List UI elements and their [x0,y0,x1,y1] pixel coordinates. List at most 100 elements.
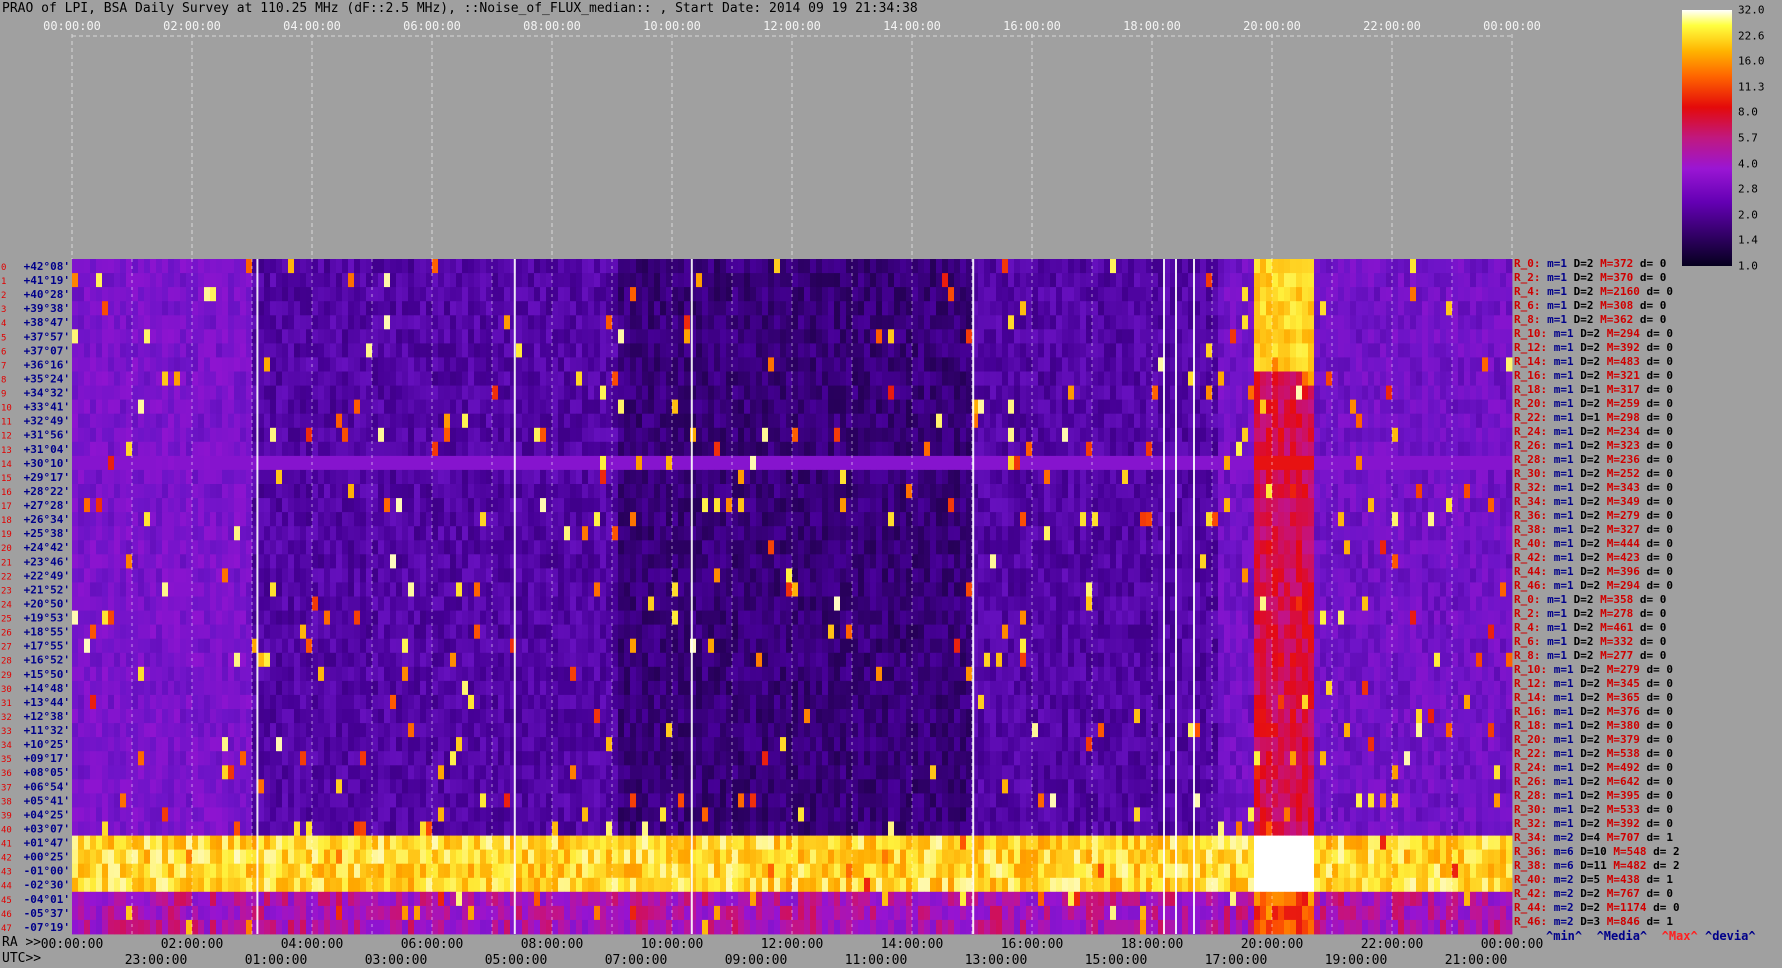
heatmap-cell [1092,484,1099,499]
heatmap-cell [1110,455,1117,471]
heatmap-cell [318,259,325,274]
heatmap-cell [804,484,811,499]
heatmap-cell [1314,329,1321,344]
heatmap-cell [828,357,835,372]
heatmap-cell [588,540,595,555]
heatmap-cell [222,371,229,386]
heatmap-cell [696,357,703,372]
heatmap-cell [1392,287,1399,302]
heatmap-cell [1014,413,1021,429]
heatmap-cell [264,469,271,485]
heatmap-cell [636,343,643,358]
heatmap-cell [990,498,997,513]
heatmap-cell [318,301,325,316]
heatmap-cell [924,413,931,429]
heatmap-cell [162,259,169,274]
heatmap-cell [1152,259,1159,274]
heatmap-cell [1248,343,1255,358]
heatmap-cell [432,315,439,330]
heatmap-cell [228,526,235,541]
heatmap-cell [810,357,817,372]
heatmap-cell [930,343,937,358]
heatmap-cell [1014,441,1021,457]
heatmap-cell [1206,427,1213,443]
heatmap-cell [804,399,811,415]
heatmap-cell [402,484,409,499]
heatmap-cell [660,357,667,372]
heatmap-cell [768,413,775,429]
heatmap-cell [1362,441,1369,457]
heatmap-cell [1074,441,1081,457]
heatmap-cell [1038,441,1045,457]
heatmap-cell [744,413,751,429]
heatmap-cell [312,343,319,358]
heatmap-cell [72,385,79,401]
heatmap-cell [738,385,745,401]
heatmap-cell [1446,273,1453,288]
heatmap-cell [996,455,1003,471]
heatmap-cell [1152,371,1159,386]
heatmap-cell [1278,512,1285,527]
heatmap-cell [288,259,295,274]
heatmap-cell [1056,371,1063,386]
heatmap-cell [936,427,943,443]
heatmap-cell [1008,484,1015,499]
heatmap-cell [408,540,415,555]
heatmap-cell [162,357,169,372]
heatmap-cell [948,512,955,527]
heatmap-cell [132,441,139,457]
heatmap-cell [702,413,709,429]
heatmap-cell [624,329,631,344]
heatmap-cell [354,427,361,443]
heatmap-cell [420,315,427,330]
heatmap-cell [1086,357,1093,372]
heatmap-cell [1260,413,1267,429]
heatmap-cell [930,301,937,316]
heatmap-cell [852,371,859,386]
heatmap-cell [660,498,667,513]
heatmap-cell [360,315,367,330]
heatmap-cell [792,301,799,316]
heatmap-cell [846,273,853,288]
heatmap-cell [84,469,91,485]
heatmap-cell [144,512,151,527]
heatmap-cell [492,455,499,471]
heatmap-cell [1380,329,1387,344]
heatmap-cell [1044,484,1051,499]
heatmap-cell [672,540,679,555]
heatmap-cell [708,343,715,358]
heatmap-cell [432,512,439,527]
heatmap-cell [1308,301,1315,316]
heatmap-cell [672,399,679,415]
heatmap-cell [1488,385,1495,401]
heatmap-cell [1380,469,1387,485]
heatmap-cell [474,441,481,457]
heatmap-cell [726,455,733,471]
heatmap-cell [930,484,937,499]
heatmap-cell [552,498,559,513]
heatmap-cell [822,498,829,513]
heatmap-cell [312,455,319,471]
heatmap-cell [912,512,919,527]
heatmap-cell [990,455,997,471]
heatmap-cell [654,301,661,316]
heatmap-cell [492,526,499,541]
heatmap-cell [996,498,1003,513]
heatmap-cell [822,469,829,485]
heatmap-cell [114,287,121,302]
heatmap-cell [984,371,991,386]
heatmap-cell [762,540,769,555]
heatmap-cell [1392,469,1399,485]
heatmap-cell [654,343,661,358]
heatmap-cell [1134,259,1141,274]
heatmap-cell [1110,484,1117,499]
heatmap-cell [702,455,709,471]
heatmap-cell [90,371,97,386]
heatmap-cell [744,273,751,288]
heatmap-cell [858,315,865,330]
heatmap-cell [1020,259,1027,274]
heatmap-cell [1068,315,1075,330]
heatmap-cell [1104,259,1111,274]
heatmap-cell [78,413,85,429]
heatmap-cell [834,315,841,330]
